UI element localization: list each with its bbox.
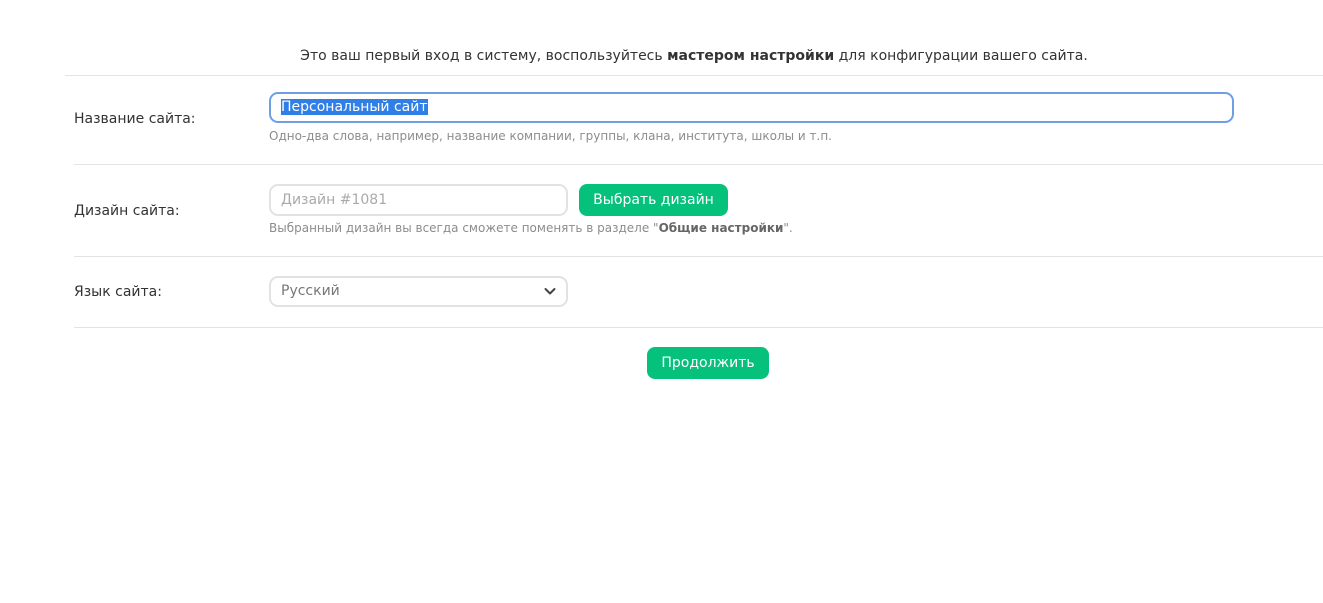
site-design-input[interactable]: Дизайн #1081 (269, 184, 568, 216)
site-design-placeholder: Дизайн #1081 (281, 192, 388, 208)
site-name-label: Название сайта: (74, 111, 196, 127)
divider (74, 327, 1323, 328)
intro-message: Это ваш первый вход в систему, воспользу… (65, 46, 1323, 66)
divider (65, 75, 1323, 76)
choose-design-button[interactable]: Выбрать дизайн (579, 184, 728, 216)
site-name-value: Персональный сайт (281, 99, 428, 115)
intro-text-before: Это ваш первый вход в систему, воспользу… (300, 48, 668, 64)
continue-button[interactable]: Продолжить (647, 347, 769, 379)
site-design-hint-bold: Общие настройки (658, 221, 784, 235)
intro-text-after: для конфигурации вашего сайта. (834, 48, 1088, 64)
chevron-down-icon (544, 288, 556, 295)
site-design-label: Дизайн сайта: (74, 203, 180, 219)
site-language-selected: Русский (281, 283, 340, 299)
intro-text-bold: мастером настройки (667, 48, 835, 64)
site-design-hint-before: Выбранный дизайн вы всегда сможете помен… (269, 221, 659, 235)
site-name-hint: Одно-два слова, например, название компа… (269, 129, 832, 143)
site-language-select[interactable]: Русский (269, 276, 568, 307)
divider (74, 164, 1323, 165)
site-design-hint-after: ". (783, 221, 793, 235)
site-name-input[interactable]: Персональный сайт (269, 92, 1234, 123)
site-design-hint: Выбранный дизайн вы всегда сможете помен… (269, 220, 793, 236)
divider (74, 256, 1323, 257)
setup-wizard-page: Это ваш первый вход в систему, воспользу… (0, 0, 1323, 603)
site-language-label: Язык сайта: (74, 284, 162, 300)
